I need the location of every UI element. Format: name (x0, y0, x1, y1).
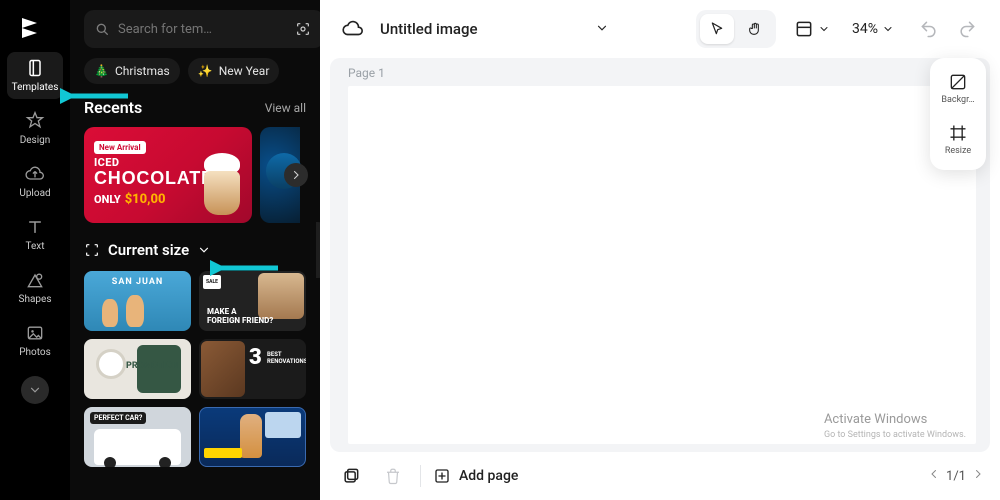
template-card[interactable]: SAN JUAN (84, 271, 191, 331)
nav-item-label: Shapes (19, 294, 52, 305)
title-dropdown[interactable] (589, 14, 615, 45)
redo-button[interactable] (950, 12, 984, 46)
search-input[interactable] (118, 22, 284, 37)
chip-newyear[interactable]: ✨New Year (188, 58, 280, 84)
layout-dropdown[interactable] (794, 19, 830, 39)
nav-rail: Templates Design Upload Text Shapes Phot… (0, 0, 70, 500)
pointer-tool-group (696, 10, 776, 48)
view-all-link[interactable]: View all (265, 101, 306, 115)
select-tool[interactable] (700, 14, 734, 44)
template-card[interactable]: PERFECT CAR? (84, 407, 191, 467)
undo-button[interactable] (912, 12, 946, 46)
brand-logo[interactable] (13, 10, 57, 46)
chevron-down-icon (197, 243, 211, 257)
add-page-button[interactable]: Add page (433, 467, 518, 485)
separator (420, 465, 421, 487)
document-title-input[interactable] (380, 20, 579, 38)
nav-item-label: Text (25, 241, 44, 252)
current-size-dropdown[interactable]: Current size (84, 241, 306, 259)
prev-page-button[interactable] (928, 468, 940, 484)
nav-item-label: Upload (19, 188, 50, 199)
main-area: 34% Backgr… Resize Page 1 (320, 0, 1000, 500)
cloud-save-button[interactable] (336, 12, 370, 46)
nav-shapes[interactable]: Shapes (7, 264, 63, 311)
page-canvas[interactable] (348, 86, 976, 444)
template-card[interactable]: SALE MAKE AFOREIGN FRIEND? (199, 271, 306, 331)
scroll-next-button[interactable] (284, 163, 308, 187)
nav-design[interactable]: Design (7, 105, 63, 152)
nav-text[interactable]: Text (7, 211, 63, 258)
delete-page-button[interactable] (378, 461, 408, 491)
crop-icon (84, 242, 100, 258)
nav-templates[interactable]: Templates (7, 52, 63, 99)
panel-collapse-handle[interactable] (316, 222, 320, 278)
watermark-text: Activate Windows Go to Settings to activ… (824, 411, 966, 442)
hand-tool[interactable] (738, 14, 772, 44)
right-tool-panel: Backgr… Resize (930, 58, 986, 170)
background-tool[interactable]: Backgr… (934, 66, 982, 111)
chevron-down-icon (882, 23, 894, 35)
nav-more-button[interactable] (21, 376, 49, 404)
canvas-viewport[interactable]: Page 1 Activate Windows Go to Settings t… (330, 58, 990, 452)
pages-panel-button[interactable] (336, 461, 366, 491)
templates-panel: 🎄Christmas ✨New Year Recents View all Ne… (70, 0, 320, 500)
scan-icon[interactable] (292, 18, 314, 40)
page-label: Page 1 (348, 66, 385, 80)
recents-title: Recents (84, 98, 142, 117)
chip-christmas[interactable]: 🎄Christmas (84, 58, 180, 84)
page-counter: 1/1 (928, 468, 984, 484)
search-box[interactable] (84, 10, 320, 48)
nav-item-label: Design (20, 135, 51, 146)
nav-item-label: Photos (19, 347, 51, 358)
search-icon (94, 21, 110, 37)
template-card[interactable]: PROMOTION (84, 339, 191, 399)
zoom-dropdown[interactable]: 34% (848, 21, 894, 37)
nav-photos[interactable]: Photos (7, 317, 63, 364)
topbar: 34% (320, 0, 1000, 58)
resize-tool[interactable]: Resize (934, 117, 982, 162)
cup-illustration (196, 151, 248, 219)
template-card[interactable]: New Arrival ICED CHOCOLATE ONLY$10,00 (84, 127, 252, 223)
nav-upload[interactable]: Upload (7, 158, 63, 205)
chevron-down-icon (818, 23, 830, 35)
bottombar: Add page 1/1 (320, 452, 1000, 500)
template-card[interactable] (199, 407, 306, 467)
template-card[interactable]: 3BEST RENOVATIONS (199, 339, 306, 399)
next-page-button[interactable] (972, 468, 984, 484)
nav-item-label: Templates (12, 82, 59, 93)
